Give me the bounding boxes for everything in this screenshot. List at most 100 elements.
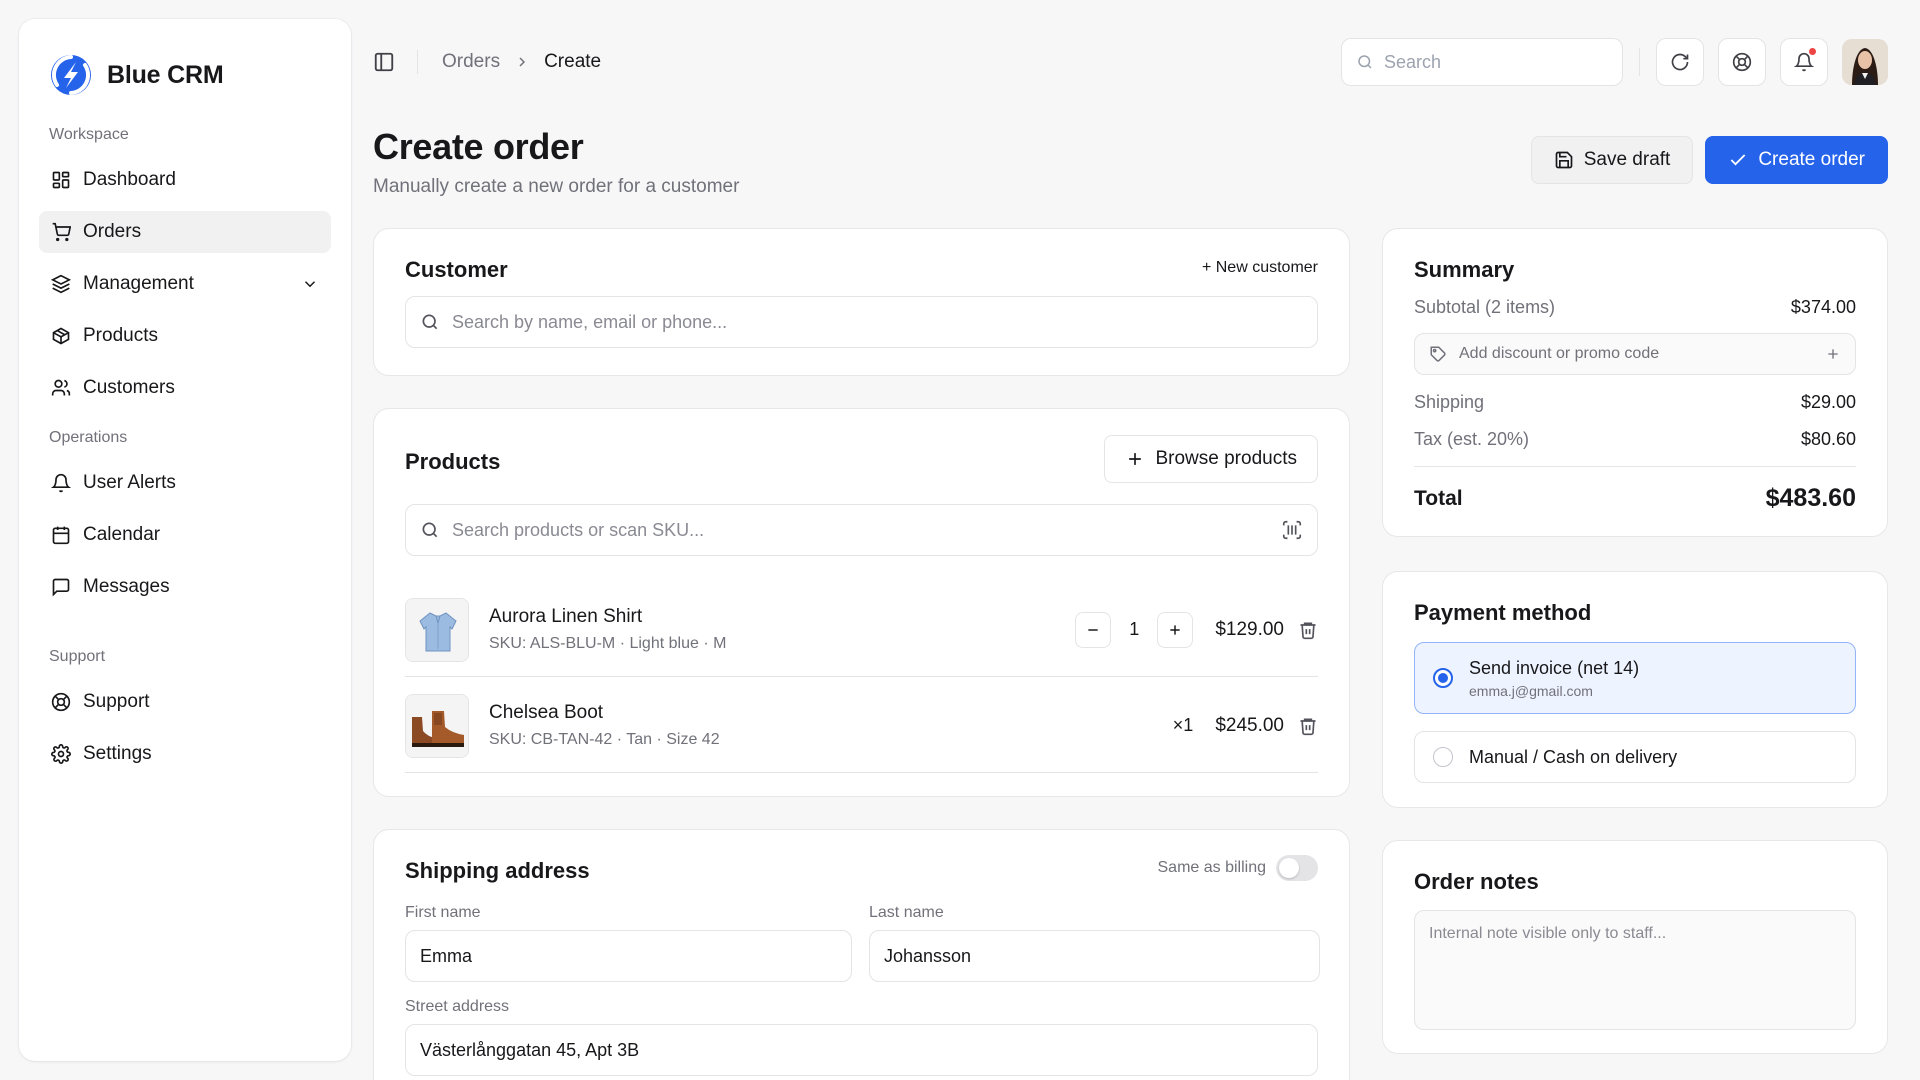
avatar[interactable] [1842, 39, 1888, 85]
refresh-icon [1671, 53, 1689, 71]
shirt-image [406, 598, 468, 661]
sidebar-item-messages[interactable]: Messages [39, 566, 331, 608]
last-name-value: Johansson [884, 945, 972, 966]
table-row: Aurora Linen Shirt SKU: ALS-BLU-M · Ligh… [405, 583, 1318, 677]
tax-row: Tax (est. 20%) $80.60 [1414, 429, 1856, 450]
product-controls: 1 $129.00 [1075, 611, 1318, 648]
payment-option-email: emma.j@gmail.com [1469, 682, 1593, 699]
same-as-billing-toggle[interactable] [1276, 855, 1318, 881]
payment-option-title: Send invoice (net 14) [1469, 657, 1640, 678]
quantity-value[interactable]: 1 [1125, 619, 1143, 640]
search-icon [422, 522, 438, 538]
remove-product-button[interactable] [1298, 716, 1318, 736]
product-name: Chelsea Boot [489, 702, 604, 723]
customer-title: Customer [405, 257, 508, 282]
product-price: $245.00 [1215, 714, 1284, 736]
shipping-title: Shipping address [405, 858, 590, 883]
topbar-actions: Search [1341, 38, 1888, 86]
product-sku: SKU: CB-TAN-42 · Tan · Size 42 [489, 731, 720, 748]
total-value: $483.60 [1765, 484, 1856, 512]
sidebar-item-label: Calendar [83, 524, 161, 545]
search-icon [1358, 55, 1372, 69]
sidebar-item-support[interactable]: Support [39, 681, 331, 723]
street-label: Street address [405, 998, 510, 1015]
sidebar-item-products[interactable]: Products [39, 315, 331, 357]
summary-divider [1414, 466, 1856, 467]
summary-title: Summary [1414, 257, 1515, 282]
first-name-value: Emma [420, 945, 473, 966]
trash-icon [1300, 718, 1316, 735]
lifebuoy-icon [1732, 52, 1752, 72]
first-name-field[interactable]: Emma [405, 930, 852, 982]
last-name-field[interactable]: Johansson [869, 930, 1320, 982]
remove-product-button[interactable] [1298, 620, 1318, 640]
help-button[interactable] [1718, 38, 1766, 86]
sidebar-item-label: Support [83, 691, 150, 712]
breadcrumb-orders-link[interactable]: Orders [442, 51, 500, 73]
sidebar-item-orders[interactable]: Orders [39, 211, 331, 253]
breadcrumb-divider [417, 50, 418, 74]
sidebar-item-dashboard[interactable]: Dashboard [39, 159, 331, 201]
sidebar-item-user-alerts[interactable]: User Alerts [39, 462, 331, 504]
payment-card: Payment method Send invoice (net 14) emm… [1382, 571, 1888, 808]
sidebar-item-calendar[interactable]: Calendar [39, 514, 331, 556]
browse-products-button[interactable]: Browse products [1104, 435, 1318, 483]
refresh-button[interactable] [1656, 38, 1704, 86]
tag-icon [1430, 346, 1446, 362]
dashboard-icon [52, 171, 70, 189]
plus-icon [1129, 453, 1142, 465]
lifebuoy-icon [51, 692, 71, 712]
create-order-button[interactable]: Create order [1705, 136, 1888, 184]
users-icon [51, 379, 71, 396]
page-header: Create order Manually create a new order… [373, 126, 1888, 206]
quantity-label: ×1 [1172, 715, 1194, 735]
subtotal-value: $374.00 [1790, 297, 1856, 317]
discount-input[interactable]: Add discount or promo code [1414, 333, 1856, 375]
save-draft-button[interactable]: Save draft [1530, 136, 1694, 184]
product-name: Aurora Linen Shirt [489, 606, 643, 627]
same-as-billing: Same as billing [1158, 855, 1318, 881]
chevron-right-icon [519, 57, 526, 67]
brand[interactable]: Blue CRM [39, 53, 331, 97]
browse-products-label: Browse products [1155, 448, 1297, 469]
notifications-button[interactable] [1780, 38, 1828, 86]
first-name-label: First name [405, 904, 481, 921]
product-thumbnail [405, 597, 469, 662]
increase-quantity-button[interactable] [1157, 611, 1194, 648]
sidebar-item-customers[interactable]: Customers [39, 367, 331, 409]
product-search-input[interactable]: Search products or scan SKU... [405, 504, 1318, 556]
payment-option-cash[interactable]: Manual / Cash on delivery [1414, 731, 1856, 783]
message-icon [52, 578, 70, 597]
order-notes-textarea[interactable]: Internal note visible only to staff... [1414, 910, 1856, 1030]
sidebar-item-label: Products [83, 325, 158, 346]
product-info: Chelsea Boot SKU: CB-TAN-42 · Tan · Size… [489, 702, 720, 749]
sidebar-item-management[interactable]: Management [39, 263, 331, 305]
table-row: Chelsea Boot SKU: CB-TAN-42 · Tan · Size… [405, 679, 1318, 773]
tax-value: $80.60 [1800, 429, 1856, 449]
blue-crm-logo [51, 55, 91, 95]
global-search-input[interactable]: Search [1341, 38, 1623, 86]
sidebar-toggle-icon [374, 52, 394, 72]
payment-option-invoice[interactable]: Send invoice (net 14) emma.j@gmail.com [1414, 642, 1856, 714]
boot-image [406, 694, 468, 757]
radio-unselected[interactable] [1433, 747, 1453, 767]
decrease-quantity-button[interactable] [1075, 611, 1112, 648]
sidebar-toggle-button[interactable] [373, 51, 395, 73]
sidebar-item-settings[interactable]: Settings [39, 733, 331, 775]
product-controls: ×1 $245.00 [1173, 715, 1318, 737]
search-placeholder: Search [1384, 51, 1442, 72]
barcode-scan-icon[interactable] [1281, 519, 1303, 541]
sidebar: Blue CRM Workspace Dashboard Orders Mana… [19, 19, 351, 1061]
plus-icon[interactable] [1825, 346, 1841, 362]
operations-label: Operations [49, 429, 128, 446]
sidebar-item-label: Management [83, 273, 194, 294]
new-customer-button[interactable]: + New customer [1202, 259, 1318, 277]
cart-icon [52, 222, 71, 242]
customer-search-input[interactable]: Search by name, email or phone... [405, 296, 1318, 348]
breadcrumb: Orders Create [373, 50, 601, 74]
save-icon [1555, 151, 1573, 169]
product-info: Aurora Linen Shirt SKU: ALS-BLU-M · Ligh… [489, 606, 726, 653]
street-address-field[interactable]: Västerlånggatan 45, Apt 3B [405, 1024, 1318, 1076]
workspace-label: Workspace [49, 126, 129, 143]
radio-selected[interactable] [1433, 668, 1453, 688]
